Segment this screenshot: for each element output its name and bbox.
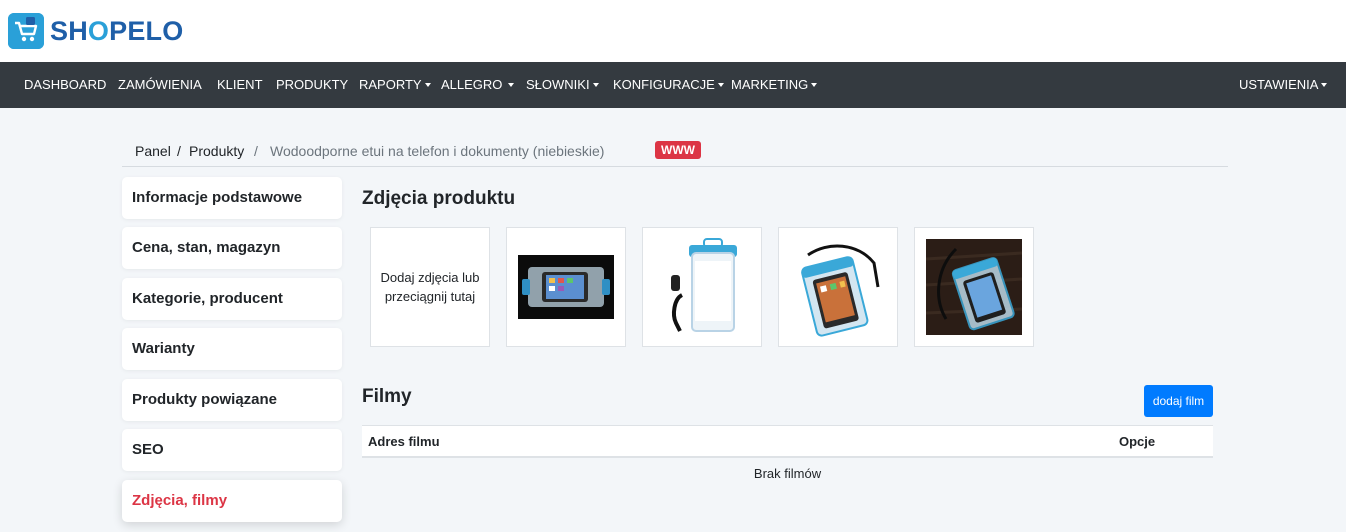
breadcrumb-products[interactable]: Produkty [189,143,244,159]
sidebar-item-variants[interactable]: Warianty [122,328,342,370]
photo-phone-case-angled [788,237,888,337]
nav-client[interactable]: KLIENT [217,62,263,108]
nav-marketing[interactable]: MARKETING [731,62,818,108]
sidebar-item-related[interactable]: Produkty powiązane [122,379,342,421]
nav-settings[interactable]: USTAWIENIA [1239,62,1328,108]
photo-dropzone[interactable]: Dodaj zdjęcia lub przeciągnij tutaj [370,227,490,347]
caret-down-icon [1321,82,1328,87]
nav-orders[interactable]: ZAMÓWIENIA [118,62,202,108]
sidebar-item-categories[interactable]: Kategorie, producent [122,278,342,320]
caret-down-icon [592,82,599,87]
sidebar-item-photos-films[interactable]: Zdjęcia, filmy [122,480,342,522]
sidebar-item-price-stock[interactable]: Cena, stan, magazyn [122,227,342,269]
breadcrumb: Panel / Produkty / Wodoodporne etui na t… [122,140,1228,167]
top-bar: SHOPELO [0,0,1346,62]
sidebar-item-basic-info[interactable]: Informacje podstawowe [122,177,342,219]
films-table: Adres filmu Opcje Brak filmów [362,425,1213,492]
sidebar-item-seo[interactable]: SEO [122,429,342,471]
photos-title: Zdjęcia produktu [362,188,516,209]
product-photo-4[interactable] [914,227,1034,347]
photo-phone-case-wood-bg [926,239,1022,335]
cart-logo-icon [8,13,44,49]
breadcrumb-separator: / [254,143,258,159]
add-film-button[interactable]: dodaj film [1144,385,1213,417]
product-photo-3[interactable] [778,227,898,347]
nav-configuration[interactable]: KONFIGURACJE [613,62,724,108]
caret-down-icon [717,82,724,87]
breadcrumb-separator: / [177,143,181,159]
photo-phone-case-black-bg [518,255,614,319]
shopelo-logo[interactable]: SHOPELO [8,13,183,49]
films-empty-row: Brak filmów [362,458,1213,492]
films-title: Filmy [362,386,412,407]
www-badge[interactable]: WWW [655,141,701,159]
caret-down-icon [508,82,515,87]
dropzone-label: Dodaj zdjęcia lub przeciągnij tutaj [380,270,480,304]
nav-dashboard[interactable]: DASHBOARD [24,62,106,108]
caret-down-icon [424,82,431,87]
nav-allegro[interactable]: ALLEGRO [441,62,515,108]
logo-wordmark: SHOPELO [50,15,184,46]
main-nav: DASHBOARD ZAMÓWIENIA KLIENT PRODUKTY RAP… [0,62,1346,108]
caret-down-icon [811,82,818,87]
nav-products[interactable]: PRODUKTY [276,62,348,108]
breadcrumb-panel[interactable]: Panel [135,143,171,159]
product-photo-2[interactable] [642,227,762,347]
col-film-address: Adres filmu [368,434,440,449]
nav-reports[interactable]: RAPORTY [359,62,431,108]
breadcrumb-current: Wodoodporne etui na telefon i dokumenty … [270,143,605,159]
films-empty-text: Brak filmów [753,466,822,481]
photo-phone-case-lanyard [654,235,750,339]
col-options: Opcje [1119,434,1156,449]
product-photo-1[interactable] [506,227,626,347]
films-table-header: Adres filmu Opcje [362,425,1213,458]
nav-dictionaries[interactable]: SŁOWNIKI [526,62,599,108]
